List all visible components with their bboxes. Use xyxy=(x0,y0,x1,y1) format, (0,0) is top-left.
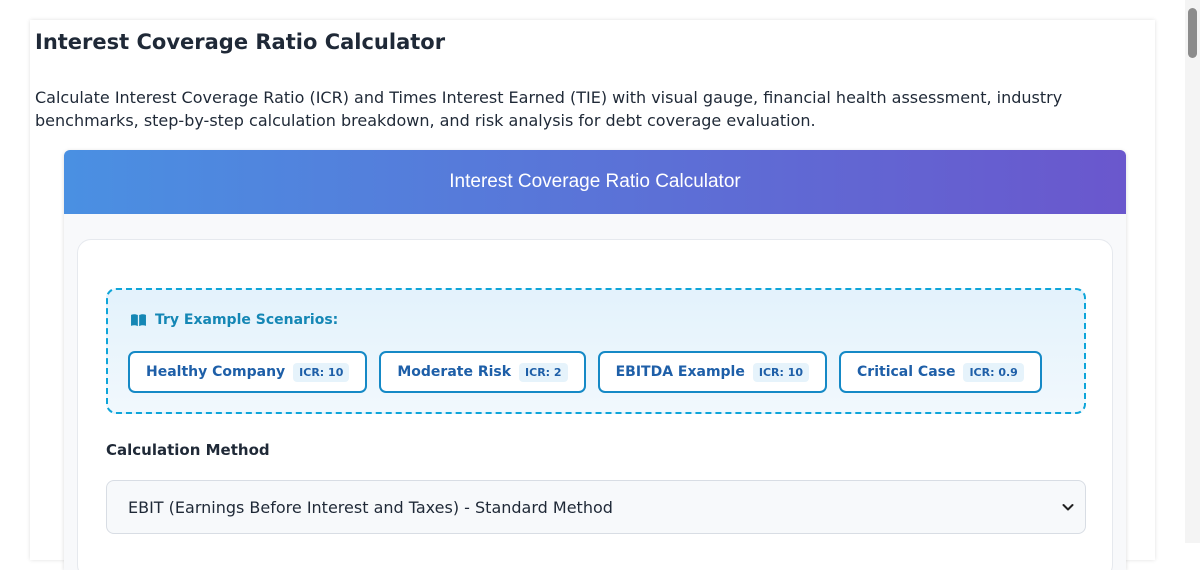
calculator-header: Interest Coverage Ratio Calculator xyxy=(64,150,1126,214)
scenario-name: EBITDA Example xyxy=(615,364,745,380)
scenario-name: Moderate Risk xyxy=(397,364,512,380)
scenario-icr-badge: ICR: 2 xyxy=(519,362,568,382)
scenario-icr-badge: ICR: 10 xyxy=(752,362,810,382)
calculator-form: Try Example Scenarios: Healthy Company I… xyxy=(77,239,1113,570)
calculator-header-title: Interest Coverage Ratio Calculator xyxy=(449,171,741,192)
example-scenarios-panel: Try Example Scenarios: Healthy Company I… xyxy=(106,288,1086,414)
book-open-icon xyxy=(131,314,146,327)
scenario-button-moderate-risk[interactable]: Moderate Risk ICR: 2 xyxy=(379,351,586,393)
scenario-icr-badge: ICR: 0.9 xyxy=(963,362,1024,382)
chevron-down-icon xyxy=(1062,504,1074,511)
calculation-method-select[interactable]: EBIT (Earnings Before Interest and Taxes… xyxy=(106,480,1086,534)
example-scenarios-heading: Try Example Scenarios: xyxy=(130,312,338,328)
calculator-card: Interest Coverage Ratio Calculator Try E… xyxy=(64,150,1126,570)
scenario-icr-badge: ICR: 10 xyxy=(293,362,350,382)
scenario-button-critical-case[interactable]: Critical Case ICR: 0.9 xyxy=(839,351,1042,393)
scenario-button-ebitda-example[interactable]: EBITDA Example ICR: 10 xyxy=(597,351,828,393)
page-description: Calculate Interest Coverage Ratio (ICR) … xyxy=(35,88,1063,130)
page-container: Interest Coverage Ratio Calculator Calcu… xyxy=(30,20,1155,570)
example-scenarios-label: Try Example Scenarios: xyxy=(155,312,339,328)
scenario-name: Critical Case xyxy=(857,364,956,380)
calculation-method-value: EBIT (Earnings Before Interest and Taxes… xyxy=(128,497,613,517)
page-title: Interest Coverage Ratio Calculator xyxy=(35,30,446,54)
scenario-button-healthy-company[interactable]: Healthy Company ICR: 10 xyxy=(128,351,368,393)
page-scrollbar[interactable] xyxy=(1185,0,1200,543)
scenario-button-row: Healthy Company ICR: 10 Moderate Risk IC… xyxy=(128,351,1042,393)
scrollbar-thumb[interactable] xyxy=(1188,8,1197,58)
scenario-name: Healthy Company xyxy=(146,364,286,380)
calculation-method-label: Calculation Method xyxy=(106,441,270,459)
